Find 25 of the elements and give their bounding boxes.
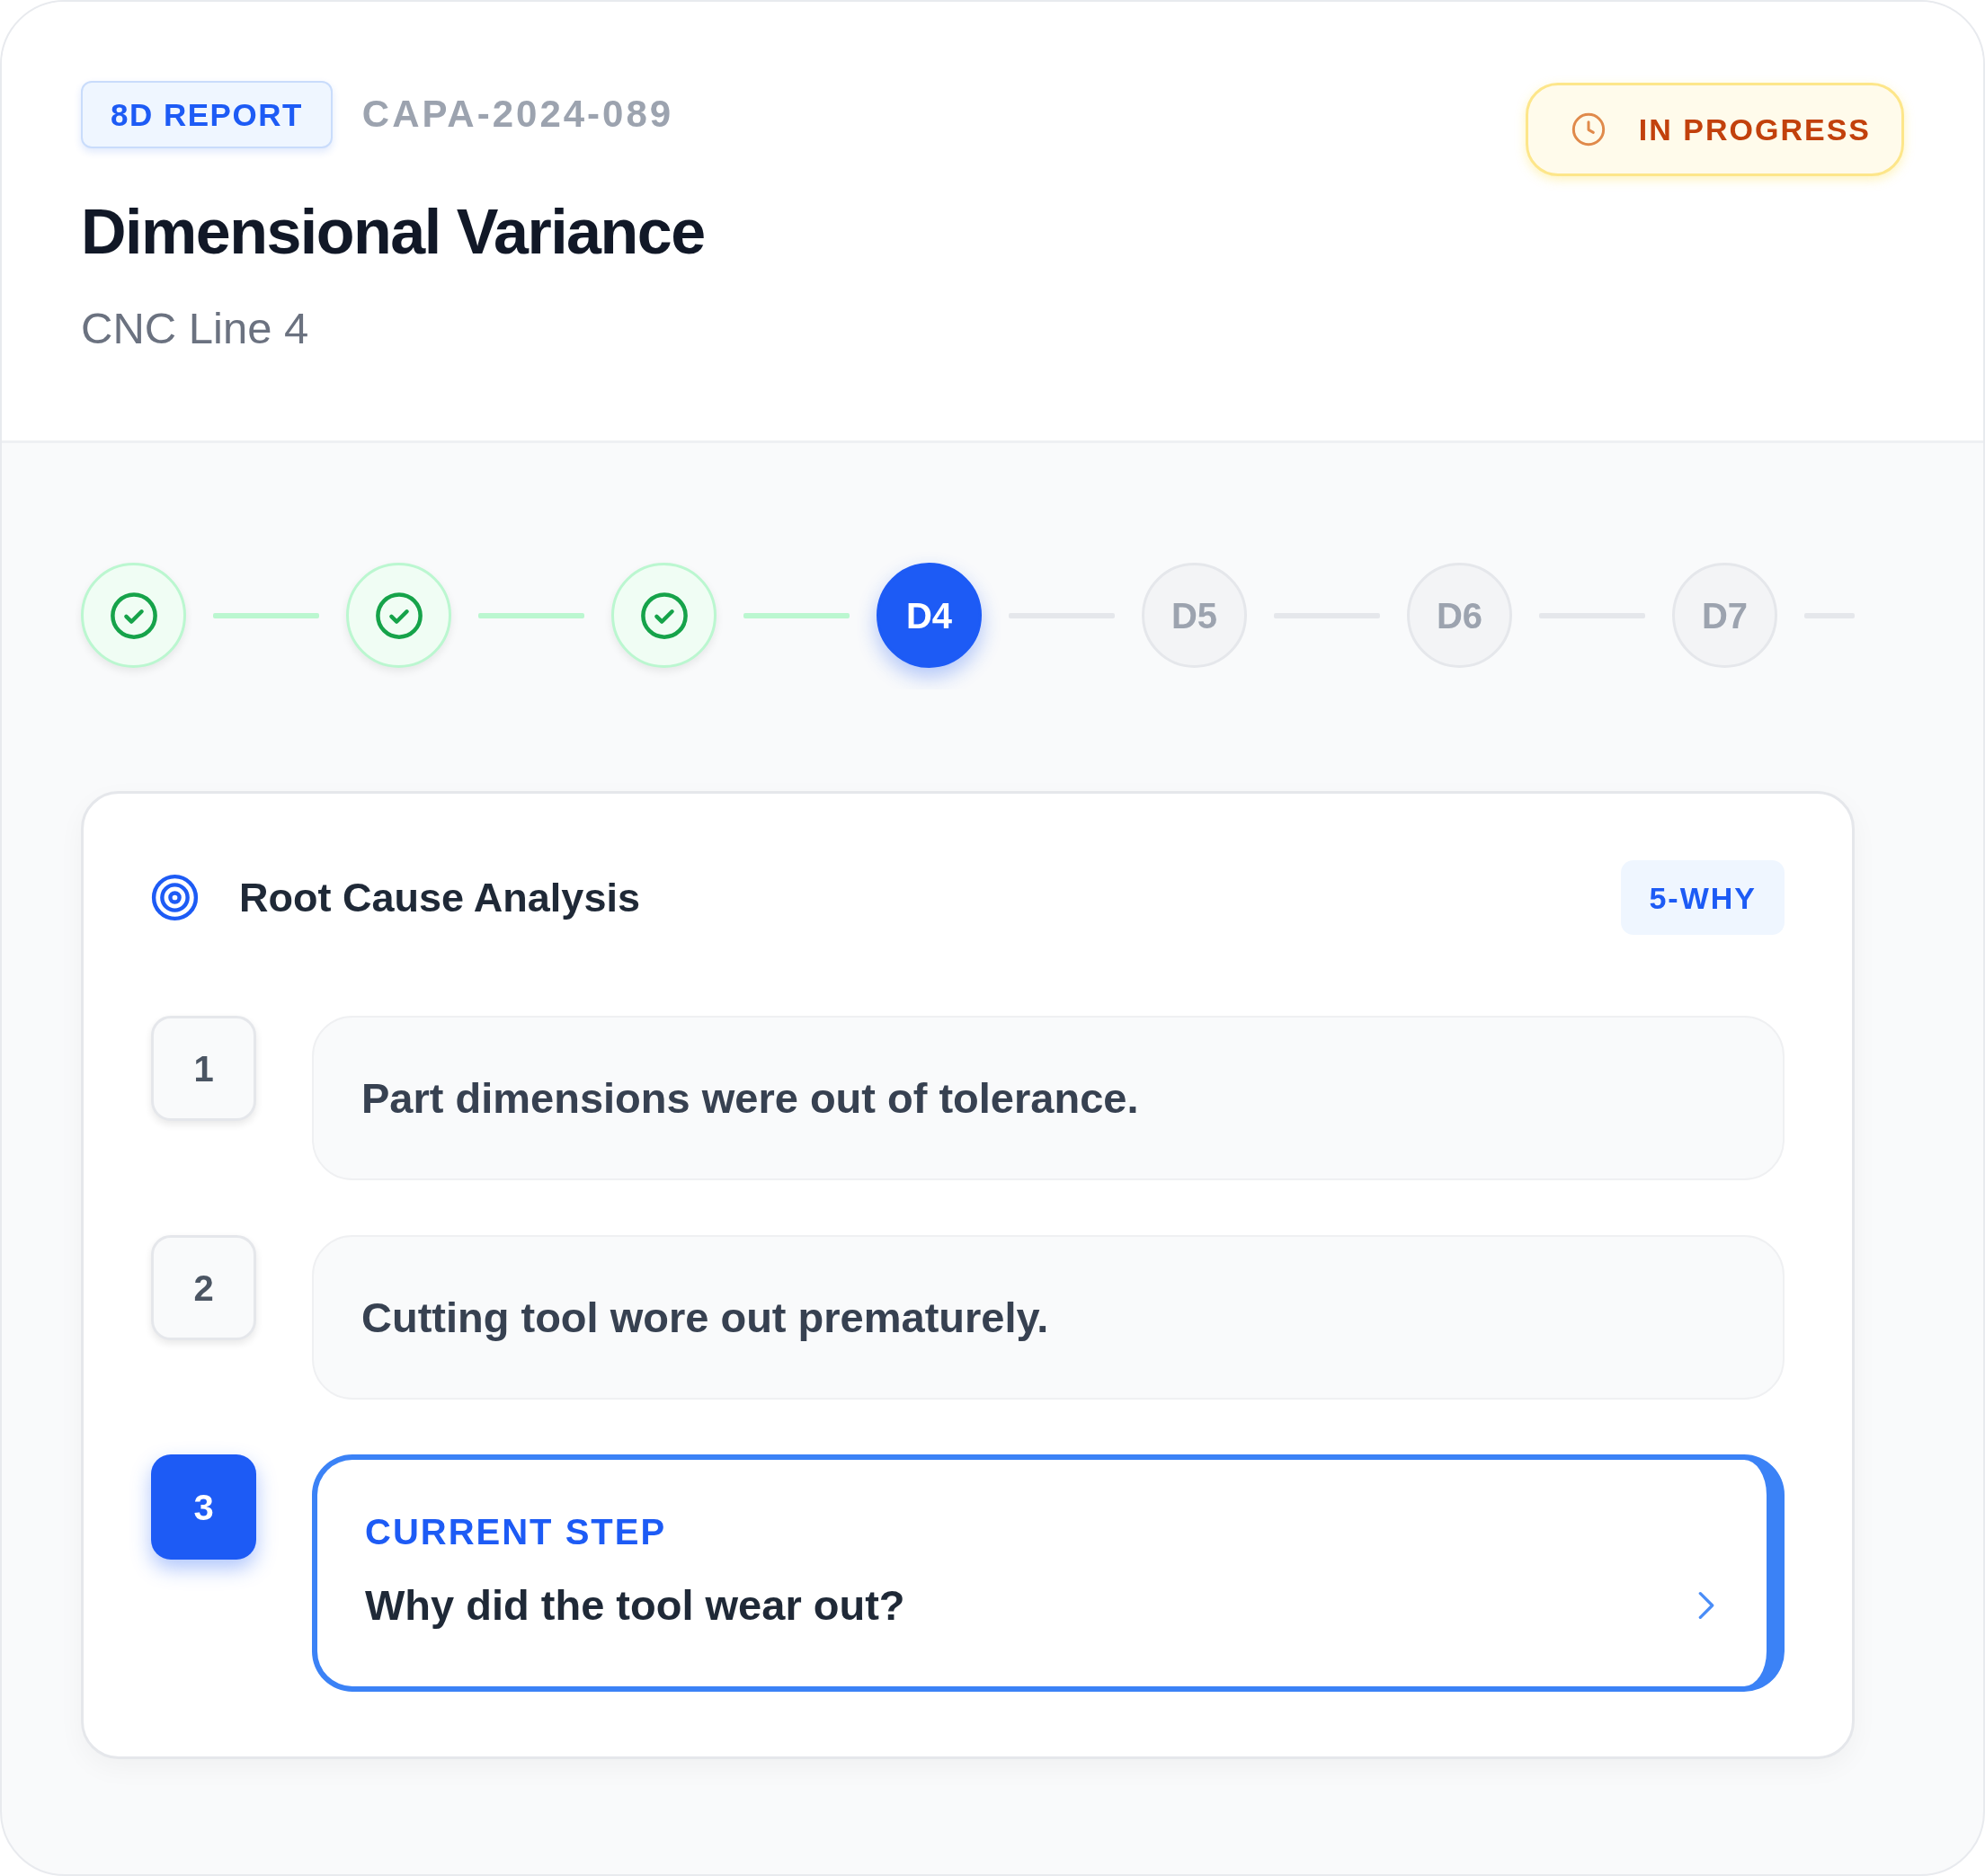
step-circle[interactable]: D5	[1142, 563, 1247, 668]
status-label: IN PROGRESS	[1638, 114, 1871, 145]
why-answer: Cutting tool wore out prematurely.	[312, 1235, 1785, 1400]
report-subtitle: CNC Line 4	[81, 302, 309, 354]
step-circle[interactable]: D4	[877, 563, 982, 668]
step-circle[interactable]: D7	[1672, 563, 1777, 668]
current-step-label: CURRENT STEP	[365, 1511, 667, 1553]
report-id: CAPA-2024-089	[361, 92, 674, 138]
method-badge: 5-WHY	[1621, 860, 1785, 935]
report-title: Dimensional Variance	[81, 196, 705, 269]
step-number: 2	[151, 1235, 256, 1340]
check-circle-icon	[639, 591, 689, 640]
step-circle[interactable]: D6	[1407, 563, 1512, 668]
check-circle-icon	[109, 591, 158, 640]
why-question: Why did the tool wear out?	[365, 1580, 905, 1631]
target-icon	[151, 874, 199, 921]
current-why-card[interactable]: CURRENT STEP Why did the tool wear out?	[312, 1454, 1785, 1693]
check-circle-icon	[374, 591, 423, 640]
report-type-badge: 8D REPORT	[81, 81, 333, 148]
step-number: 1	[151, 1016, 256, 1121]
section-title: Root Cause Analysis	[239, 873, 640, 922]
step-number: 3	[151, 1454, 256, 1560]
chevron-right-icon	[1697, 1589, 1715, 1621]
why-answer: Part dimensions were out of tolerance.	[312, 1016, 1785, 1180]
clock-icon	[1570, 111, 1607, 147]
